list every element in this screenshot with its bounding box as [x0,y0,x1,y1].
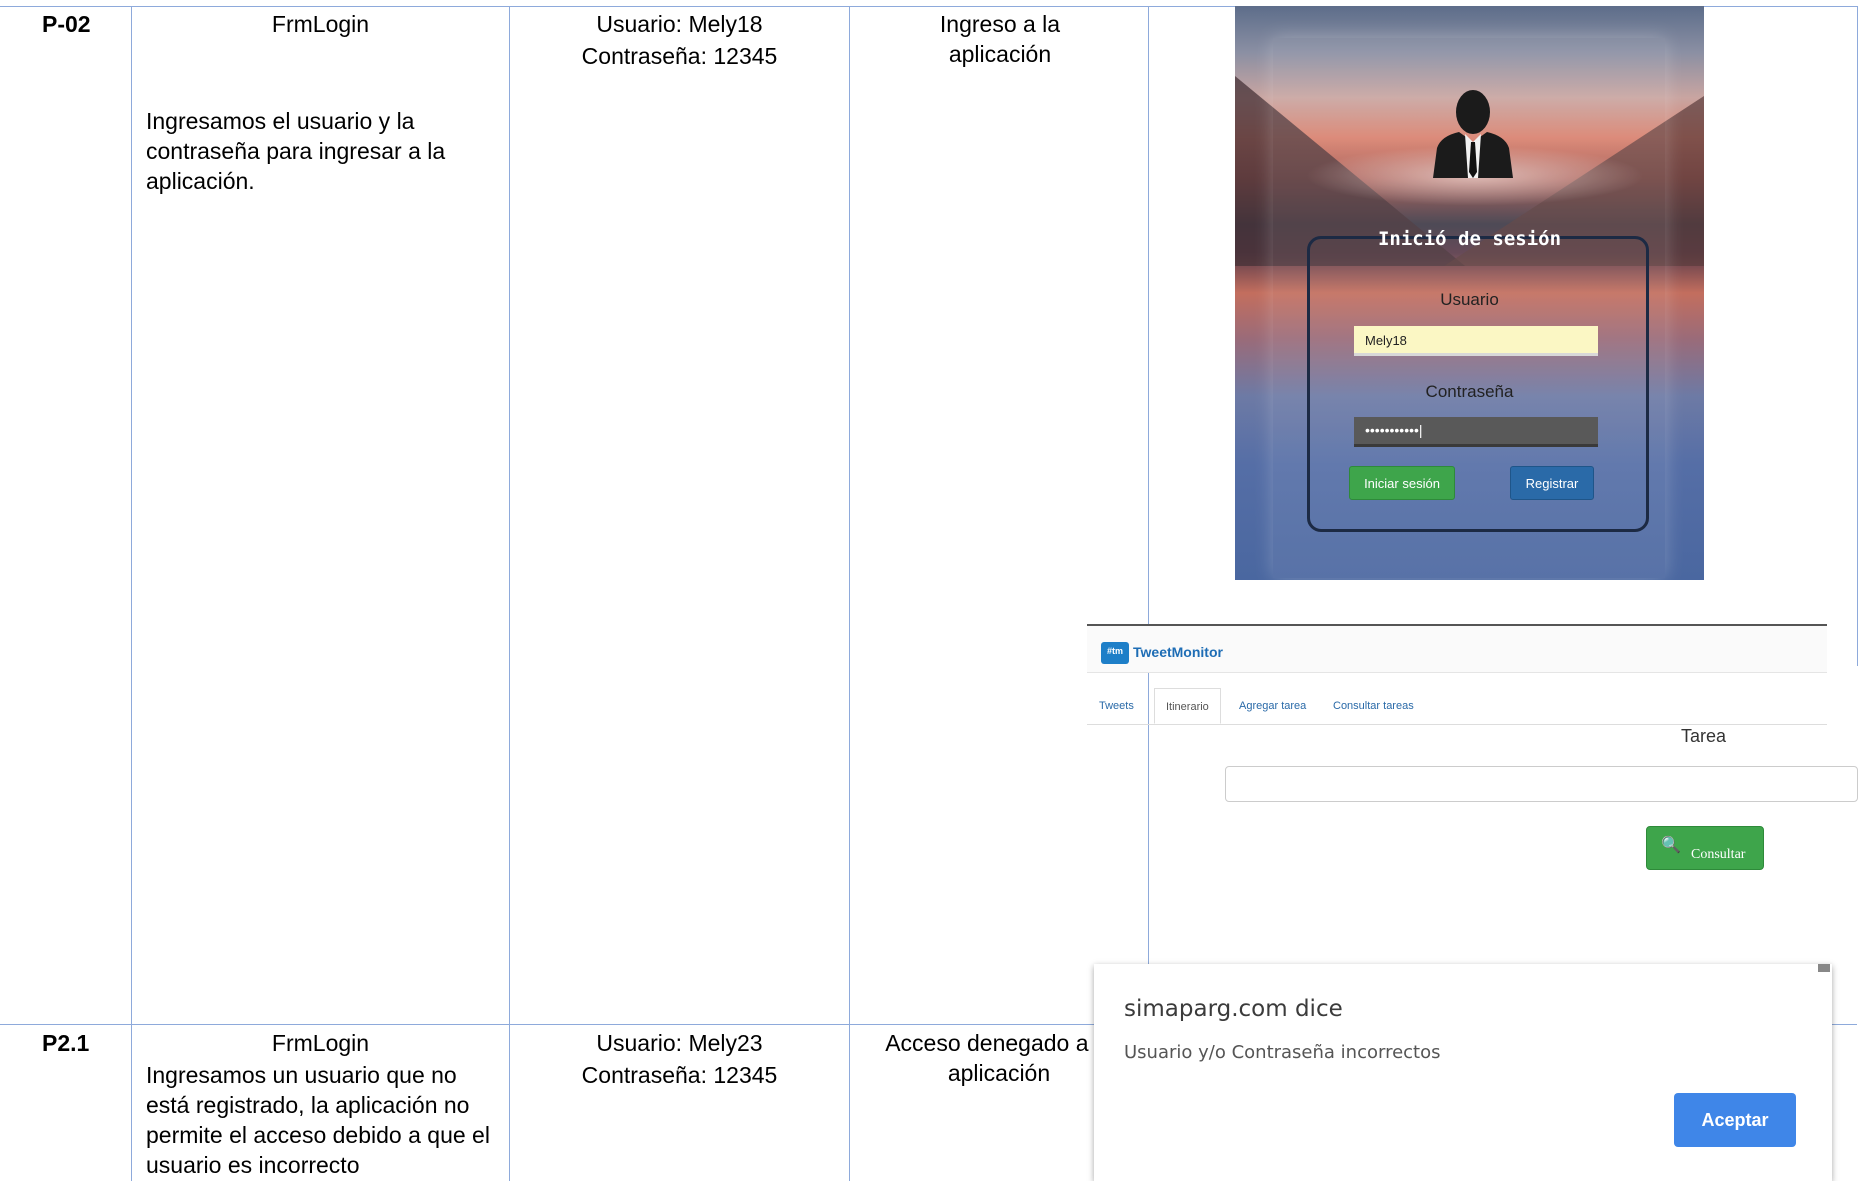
expected-result: Ingreso a la aplicación [939,11,1061,67]
app-header: #tm TweetMonitor [1087,626,1827,673]
test-description: Ingresamos un usuario que no está regist… [146,1062,490,1178]
column-divider [509,6,510,1181]
password-label: Contraseña [1425,382,1514,401]
user-label: Usuario [1440,290,1499,309]
alert-dialog: simaparg.com dice Usuario y/o Contraseña… [1094,964,1832,1181]
user-input[interactable]: Mely18 [1354,326,1598,356]
login-button[interactable]: Iniciar sesión [1349,466,1455,500]
consult-button[interactable]: 🔍 Consultar [1646,826,1764,870]
tweetmonitor-logo-icon: #tm [1101,642,1129,664]
tab-agregar-tarea[interactable]: Agregar tarea [1239,700,1306,712]
form-name: FrmLogin [271,1030,370,1056]
input-password: Contraseña: 12345 [581,1062,778,1088]
test-id: P2.1 [42,1030,90,1056]
brand-name[interactable]: TweetMonitor [1133,644,1223,660]
login-screenshot: Inició de sesión Usuario Mely18 Contrase… [1235,6,1704,580]
tab-tweets[interactable]: Tweets [1099,700,1134,712]
search-icon: 🔍 [1661,837,1681,854]
input-password: Contraseña: 12345 [581,43,778,69]
tab-bar: Tweets Itinerario Agregar tarea Consulta… [1087,688,1827,725]
test-description: Ingresamos el usuario y la contraseña pa… [146,108,446,194]
tweetmonitor-screenshot: #tm TweetMonitor Tweets Itinerario Agreg… [1087,624,1858,964]
input-user: Usuario: Mely18 [596,11,763,37]
password-input[interactable]: •••••••••••| [1354,417,1598,447]
task-label: Tarea [1681,726,1727,746]
form-name: FrmLogin [271,11,370,37]
dialog-message: Usuario y/o Contraseña incorrectos [1124,1042,1441,1063]
dialog-title: simaparg.com dice [1124,996,1343,1022]
accept-button[interactable]: Aceptar [1674,1093,1796,1147]
test-id: P-02 [42,11,91,37]
register-button[interactable]: Registrar [1510,466,1594,500]
input-user: Usuario: Mely23 [596,1030,763,1056]
tab-consultar-tareas[interactable]: Consultar tareas [1333,700,1414,712]
consult-button-label: Consultar [1691,847,1746,862]
dialog-corner-mark [1818,964,1830,972]
column-divider [849,6,850,1181]
tab-itinerario[interactable]: Itinerario [1154,688,1221,724]
login-title: Inició de sesión [1377,228,1562,250]
task-input[interactable] [1225,766,1858,802]
column-divider [131,6,132,1181]
user-avatar-icon [1433,90,1513,178]
